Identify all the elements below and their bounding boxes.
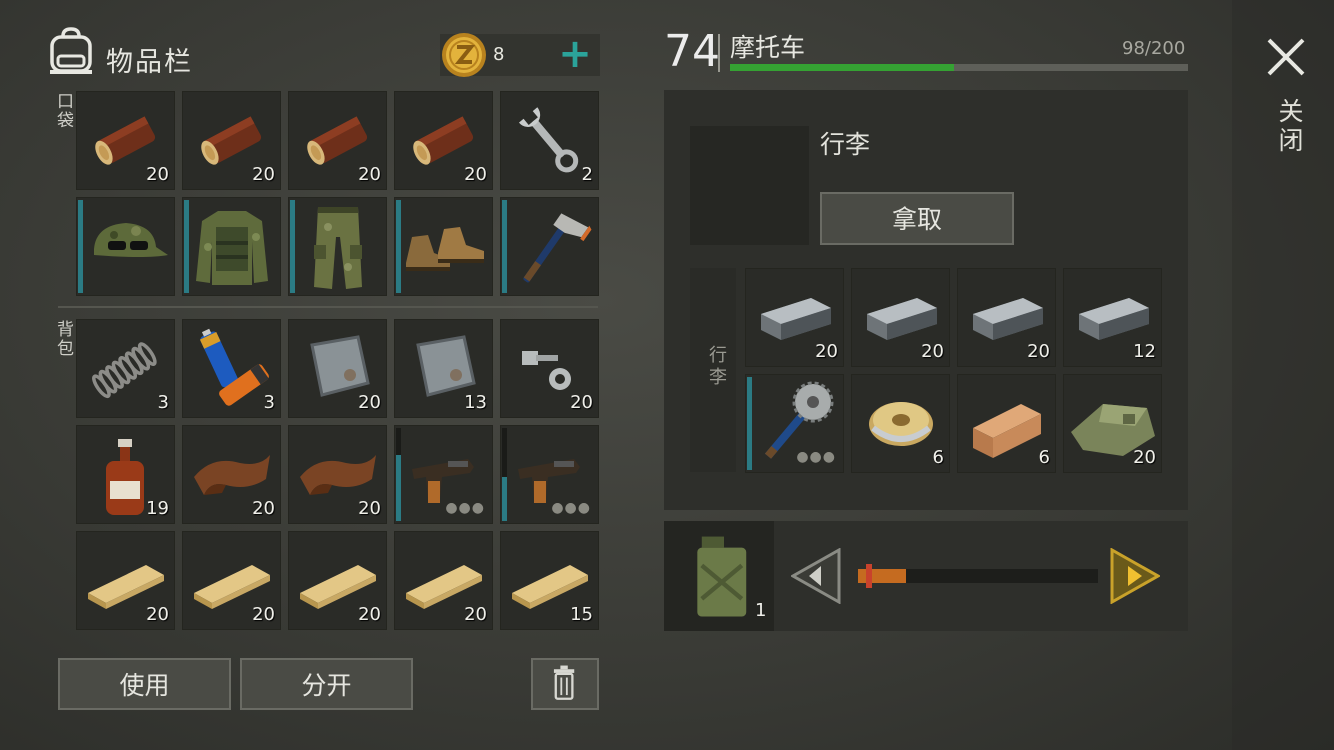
- backpack-slot[interactable]: 20: [76, 531, 175, 630]
- item-quantity: 20: [1133, 447, 1156, 468]
- level-separator: [718, 34, 720, 72]
- backpack-slot[interactable]: 3: [182, 319, 281, 418]
- coin-icon: [442, 33, 486, 77]
- fuel-knob[interactable]: [866, 564, 872, 588]
- item-quantity: 20: [358, 164, 381, 185]
- equip-slot[interactable]: [182, 197, 281, 296]
- backpack-slot[interactable]: 13: [394, 319, 493, 418]
- item-quantity: 20: [358, 604, 381, 625]
- equip-slot[interactable]: [394, 197, 493, 296]
- backpack-slot[interactable]: 20: [288, 319, 387, 418]
- cargo-preview: [690, 126, 809, 245]
- backpack-slot[interactable]: 19: [76, 425, 175, 524]
- cargo-slot[interactable]: 20: [745, 268, 844, 367]
- backpack-slot[interactable]: 20: [182, 531, 281, 630]
- pocket-slot[interactable]: 20: [76, 91, 175, 190]
- vehicle-level: 74: [664, 26, 720, 77]
- item-quantity: 20: [815, 341, 838, 362]
- item-quantity: 15: [570, 604, 593, 625]
- item-quantity: 6: [1038, 447, 1050, 468]
- item-quantity: 20: [358, 392, 381, 413]
- use-button[interactable]: 使用: [58, 658, 231, 710]
- item-quantity: 20: [146, 604, 169, 625]
- cargo-slot[interactable]: 6: [957, 374, 1056, 473]
- cargo-slot[interactable]: 20: [957, 268, 1056, 367]
- backpack-slot[interactable]: 3: [76, 319, 175, 418]
- equip-slot[interactable]: [76, 197, 175, 296]
- backpack-slot[interactable]: 20: [288, 425, 387, 524]
- item-quantity: 20: [358, 498, 381, 519]
- cargo-slot[interactable]: ●●●: [745, 374, 844, 473]
- camo-pants-icon: [314, 207, 362, 289]
- item-quantity: 20: [1027, 341, 1050, 362]
- pocket-label: 口袋: [53, 92, 73, 130]
- pocket-slot[interactable]: 20: [288, 91, 387, 190]
- item-quantity: 3: [263, 392, 275, 413]
- boots-icon: [406, 227, 484, 271]
- inventory-title: 物品栏: [106, 47, 193, 78]
- item-quantity: 19: [146, 498, 169, 519]
- item-quantity: 2: [581, 164, 593, 185]
- pocket-slot[interactable]: 20: [394, 91, 493, 190]
- close-icon[interactable]: [1265, 36, 1307, 78]
- camo-cap-icon: [94, 223, 168, 257]
- backpack-icon: [50, 27, 92, 74]
- item-quantity: 20: [252, 604, 275, 625]
- backpack-slot[interactable]: 20: [500, 319, 599, 418]
- pocket-slot[interactable]: 20: [182, 91, 281, 190]
- item-quantity: 20: [464, 164, 487, 185]
- more-icon: ●●●: [445, 500, 485, 516]
- item-quantity: 6: [932, 447, 944, 468]
- backpack-slot[interactable]: ●●●: [500, 425, 599, 524]
- item-quantity: 13: [464, 392, 487, 413]
- cargo-side-label: 行李: [706, 345, 727, 389]
- backpack-slot[interactable]: 15: [500, 531, 599, 630]
- item-quantity: 20: [252, 498, 275, 519]
- cargo-slot[interactable]: 12: [1063, 268, 1162, 367]
- cargo-slot[interactable]: 20: [851, 268, 950, 367]
- hatchet-icon: [517, 208, 593, 296]
- split-button[interactable]: 分开: [240, 658, 413, 710]
- item-quantity: 20: [921, 341, 944, 362]
- backpack-label: 背包: [53, 320, 73, 358]
- backpack-slot[interactable]: ●●●: [394, 425, 493, 524]
- coin-count: 8: [493, 44, 505, 65]
- vehicle-capacity: 98/200: [1122, 38, 1186, 59]
- item-quantity: 3: [157, 392, 169, 413]
- arrow-right-icon[interactable]: [1110, 548, 1160, 604]
- fuel-quantity: 1: [755, 600, 767, 621]
- item-quantity: 20: [146, 164, 169, 185]
- vehicle-name: 摩托车: [730, 33, 806, 62]
- trash-button[interactable]: [531, 658, 599, 710]
- capacity-fill: [730, 64, 955, 71]
- take-button[interactable]: 拿取: [820, 192, 1014, 245]
- equip-slot[interactable]: [288, 197, 387, 296]
- backpack-slot[interactable]: 20: [182, 425, 281, 524]
- close-button[interactable]: 关闭: [1271, 98, 1307, 156]
- cargo-title: 行李: [820, 130, 871, 159]
- arrow-left-icon[interactable]: [791, 548, 841, 604]
- cargo-slot[interactable]: 6: [851, 374, 950, 473]
- item-quantity: 20: [570, 392, 593, 413]
- item-quantity: 20: [252, 164, 275, 185]
- equip-slot[interactable]: [500, 197, 599, 296]
- camo-jacket-icon: [196, 211, 268, 285]
- add-coins-button[interactable]: +: [556, 34, 594, 74]
- backpack-slot[interactable]: 20: [394, 531, 493, 630]
- more-icon: ●●●: [796, 449, 836, 465]
- pocket-slot[interactable]: 2: [500, 91, 599, 190]
- cargo-slot[interactable]: 20: [1063, 374, 1162, 473]
- item-quantity: 12: [1133, 341, 1156, 362]
- trash-icon: [553, 665, 575, 700]
- item-quantity: 20: [464, 604, 487, 625]
- more-icon: ●●●: [551, 500, 591, 516]
- section-divider: [58, 306, 598, 308]
- backpack-slot[interactable]: 20: [288, 531, 387, 630]
